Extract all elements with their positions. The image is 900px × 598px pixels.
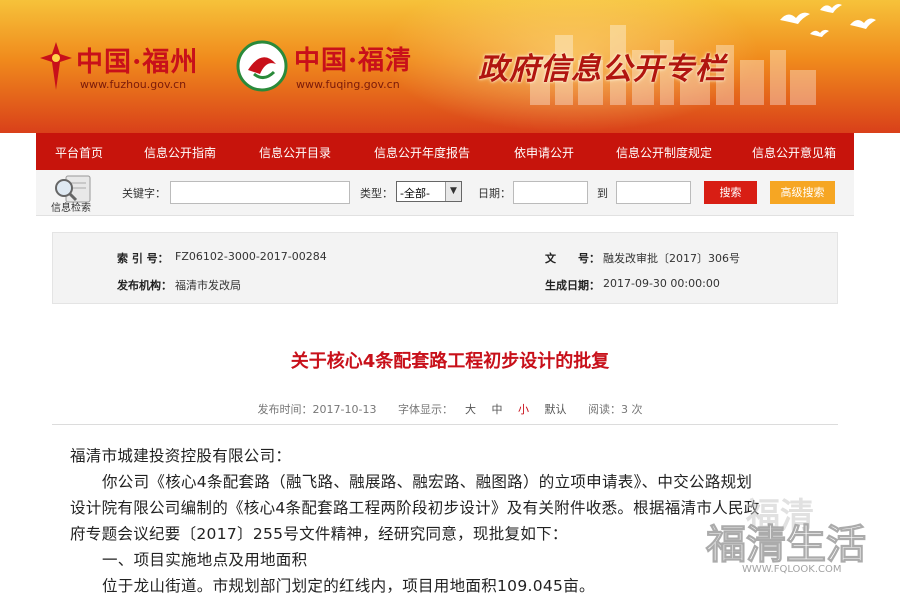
type-label: 类型： bbox=[360, 187, 393, 200]
publish-time: 发布时间：2017-10-13 bbox=[257, 403, 377, 416]
article-line: 你公司《核心4条配套路（融飞路、融展路、融宏路、融图路）的立项申请表》、中交公路… bbox=[102, 473, 753, 491]
font-small-link[interactable]: 小 bbox=[518, 403, 529, 416]
docno-label: 文 号： bbox=[545, 252, 600, 265]
fuqing-logo[interactable]: 中国·福清 www.fuqing.gov.cn bbox=[236, 34, 416, 100]
keyword-label: 关键字： bbox=[122, 187, 166, 200]
nav-item-guide[interactable]: 信息公开指南 bbox=[144, 144, 216, 161]
docno-value: 融发改审批〔2017〕306号 bbox=[603, 252, 740, 265]
type-select-value: -全部- bbox=[400, 187, 430, 200]
article-line: 设计院有限公司编制的《核心4条配套路工程两阶段初步设计》及有关附件收悉。根据福清… bbox=[70, 499, 760, 517]
divider bbox=[52, 424, 838, 425]
article-line: 府专题会议纪要〔2017〕255号文件精神，经研究同意，现批复如下： bbox=[70, 525, 568, 543]
fuzhou-logo-url: www.fuzhou.gov.cn bbox=[80, 78, 187, 91]
nav-item-feedback[interactable]: 信息公开意见箱 bbox=[752, 144, 836, 161]
fuzhou-logo-text: 中国·福州 bbox=[76, 47, 199, 78]
fuqing-emblem-icon bbox=[236, 40, 288, 92]
date-label: 生成日期： bbox=[545, 279, 600, 292]
nav-item-annual-report[interactable]: 信息公开年度报告 bbox=[374, 144, 470, 161]
index-label: 索 引 号： bbox=[117, 252, 169, 265]
chevron-down-icon: ▼ bbox=[445, 182, 461, 201]
read-count: 阅读：3 次 bbox=[587, 403, 643, 416]
fuzhou-emblem-icon bbox=[40, 42, 72, 90]
watermark-line2: 福清生活 bbox=[706, 522, 867, 569]
org-value: 福清市发改局 bbox=[175, 279, 241, 292]
font-size-label: 字体显示： bbox=[397, 403, 453, 416]
nav-item-regulations[interactable]: 信息公开制度规定 bbox=[616, 144, 712, 161]
fuqing-logo-text: 中国·福清 bbox=[294, 46, 413, 76]
fuqing-logo-url: www.fuqing.gov.cn bbox=[296, 78, 400, 91]
font-mid-link[interactable]: 中 bbox=[491, 403, 502, 416]
document-meta: 索 引 号： FZ06102-3000-2017-00284 文 号： 融发改审… bbox=[52, 232, 838, 304]
font-size-control: 字体显示： 大 中 小 默认 bbox=[392, 403, 573, 416]
header-banner: 中国·福州 www.fuzhou.gov.cn 中国·福清 www.fuqing… bbox=[0, 0, 900, 133]
advanced-search-button[interactable]: 高级搜索 bbox=[770, 181, 835, 204]
article-line: 位于龙山街道。市规划部门划定的红线内，项目用地面积109.045亩。 bbox=[102, 577, 595, 595]
date-value: 2017-09-30 00:00:00 bbox=[603, 277, 720, 290]
date-to-label: 到 bbox=[597, 187, 608, 200]
article-subinfo: 发布时间：2017-10-13 字体显示： 大 中 小 默认 阅读：3 次 bbox=[0, 401, 900, 417]
search-button[interactable]: 搜索 bbox=[704, 181, 757, 204]
nav-item-catalog[interactable]: 信息公开目录 bbox=[259, 144, 331, 161]
date-to-input[interactable] bbox=[616, 181, 691, 204]
index-value: FZ06102-3000-2017-00284 bbox=[175, 250, 327, 263]
fuzhou-logo[interactable]: 中国·福州 www.fuzhou.gov.cn bbox=[36, 38, 206, 98]
article-title: 关于核心4条配套路工程初步设计的批复 bbox=[290, 351, 610, 372]
font-default-link[interactable]: 默认 bbox=[544, 403, 566, 416]
org-label: 发布机构： bbox=[117, 279, 172, 292]
date-label: 日期： bbox=[478, 187, 511, 200]
search-bar: 信息检索 关键字： 类型： -全部- ▼ 日期： 到 搜索 高级搜索 bbox=[36, 170, 854, 216]
main-nav: 平台首页 信息公开指南 信息公开目录 信息公开年度报告 依申请公开 信息公开制度… bbox=[36, 133, 854, 170]
type-select[interactable]: -全部- ▼ bbox=[396, 181, 462, 202]
date-from-input[interactable] bbox=[513, 181, 588, 204]
search-icon-label: 信息检索 bbox=[51, 203, 91, 214]
doves-icon bbox=[780, 4, 876, 37]
article-line: 一、项目实施地点及用地面积 bbox=[102, 551, 308, 569]
nav-item-apply[interactable]: 依申请公开 bbox=[514, 144, 574, 161]
keyword-input[interactable] bbox=[170, 181, 350, 204]
nav-item-home[interactable]: 平台首页 bbox=[55, 144, 103, 161]
watermark-line3: WWW.FQLOOK.COM bbox=[742, 564, 842, 575]
article-line: 福清市城建投资控股有限公司： bbox=[70, 447, 292, 465]
page-title: 政府信息公开专栏 bbox=[478, 52, 726, 87]
font-big-link[interactable]: 大 bbox=[465, 403, 476, 416]
